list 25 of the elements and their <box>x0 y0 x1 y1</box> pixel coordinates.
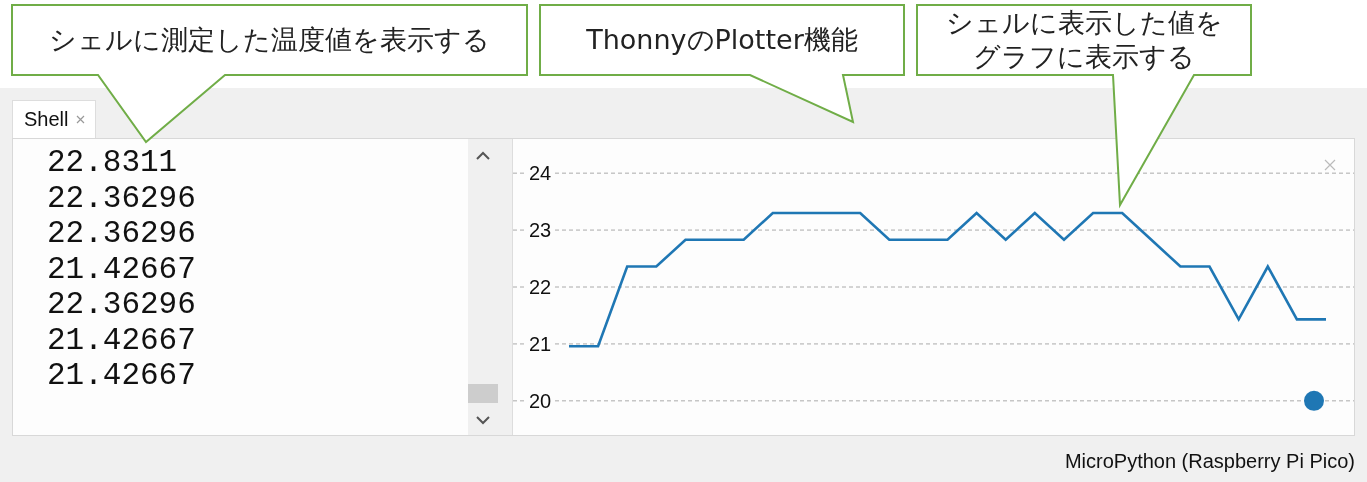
close-icon[interactable] <box>76 115 86 124</box>
output-line: 22.36296 <box>47 216 197 252</box>
y-tick-label: 22 <box>528 276 552 298</box>
series-marker <box>1304 390 1324 411</box>
y-tick-label: 24 <box>528 162 552 185</box>
shell-tab[interactable]: Shell <box>12 100 97 138</box>
scrollbar-thumb[interactable] <box>468 384 498 403</box>
interpreter-status[interactable]: MicroPython (Raspberry Pi Pico) <box>1064 450 1355 473</box>
chevron-down-icon[interactable] <box>475 415 491 425</box>
chevron-up-icon[interactable] <box>475 151 491 161</box>
output-line: 21.42667 <box>47 251 197 287</box>
callout-text: ThonnyのPlotter機能 <box>586 23 858 57</box>
output-line: 22.36296 <box>47 287 197 323</box>
output-line: 22.8311 <box>47 145 179 181</box>
output-line: 21.42667 <box>47 322 197 358</box>
scrollbar[interactable] <box>468 139 498 435</box>
output-line: 22.36296 <box>47 180 197 216</box>
close-icon[interactable] <box>1324 159 1336 171</box>
y-tick-label: 21 <box>528 332 552 355</box>
callout-text: シェルに測定した温度値を表示する <box>49 23 490 57</box>
y-tick-label: 20 <box>528 389 552 412</box>
pane-splitter[interactable] <box>498 139 513 435</box>
callout-text: シェルに表示した値を グラフに表示する <box>945 6 1223 74</box>
y-tick-label: 23 <box>528 219 552 242</box>
output-line: 21.42667 <box>47 358 197 394</box>
